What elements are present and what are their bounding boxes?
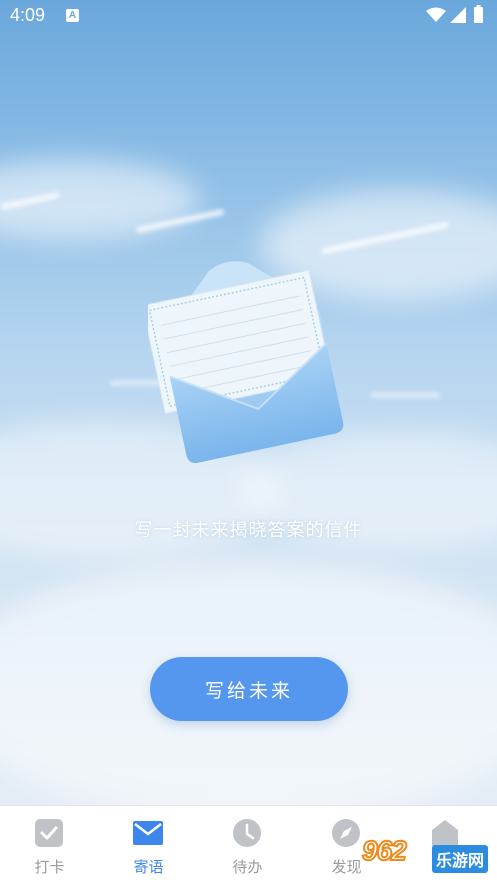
clock-icon: [233, 819, 261, 847]
status-time: 4:09: [10, 5, 46, 25]
battery-icon: [474, 5, 483, 23]
watermark-text: 乐游网: [432, 845, 489, 873]
compass-icon: [332, 819, 360, 847]
watermark-number: 962: [361, 834, 408, 867]
tab-checkin[interactable]: 打卡: [0, 806, 99, 884]
site-watermark: 962 乐游网: [358, 833, 492, 877]
tab-message[interactable]: 寄语: [99, 806, 198, 884]
signal-icon: [450, 7, 466, 23]
wifi-icon: [426, 7, 446, 22]
tab-todo-label: 待办: [232, 858, 263, 876]
tab-checkin-label: 打卡: [34, 858, 65, 876]
write-to-future-button[interactable]: 写给未来: [150, 657, 348, 721]
notification-icon: A: [66, 9, 79, 22]
status-bar: 4:09 A: [0, 0, 497, 34]
tab-todo[interactable]: 待办: [198, 806, 297, 884]
envelope-illustration: [148, 261, 344, 463]
tab-message-label: 寄语: [133, 858, 164, 876]
intro-message: 写一封未来揭晓答案的信件: [134, 520, 363, 541]
mail-icon: [133, 821, 163, 845]
check-icon: [35, 819, 63, 847]
